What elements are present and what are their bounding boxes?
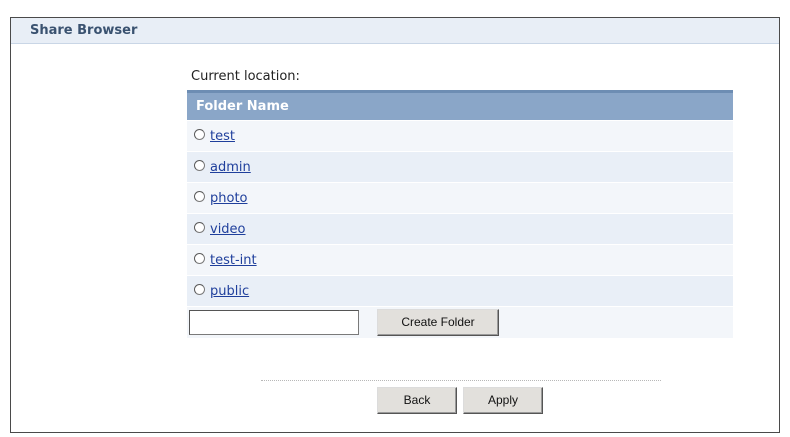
folder-radio[interactable] bbox=[194, 191, 205, 202]
folder-radio[interactable] bbox=[194, 222, 205, 233]
title-bar: Share Browser bbox=[11, 18, 779, 44]
folder-radio[interactable] bbox=[194, 284, 205, 295]
folder-row: test bbox=[187, 120, 733, 151]
current-location-label: Current location: bbox=[191, 69, 300, 84]
folder-row: photo bbox=[187, 182, 733, 213]
folder-row: public bbox=[187, 275, 733, 306]
folder-link[interactable]: test bbox=[210, 129, 235, 144]
back-button[interactable]: Back bbox=[377, 387, 457, 414]
folder-link[interactable]: public bbox=[210, 284, 249, 299]
folder-link[interactable]: photo bbox=[210, 191, 248, 206]
panel-title: Share Browser bbox=[30, 23, 138, 38]
folder-link[interactable]: admin bbox=[210, 160, 251, 175]
folder-name-column-header: Folder Name bbox=[187, 90, 733, 120]
share-browser-panel: Share Browser Current location: Folder N… bbox=[10, 17, 780, 433]
folder-radio[interactable] bbox=[194, 253, 205, 264]
folder-table: Folder Name test admin photo video test-… bbox=[187, 90, 733, 338]
folder-row: test-int bbox=[187, 244, 733, 275]
new-folder-name-input[interactable] bbox=[189, 310, 359, 335]
folder-row: admin bbox=[187, 151, 733, 182]
folder-radio[interactable] bbox=[194, 129, 205, 140]
create-folder-button[interactable]: Create Folder bbox=[377, 309, 499, 336]
footer-divider bbox=[261, 380, 661, 381]
folder-link[interactable]: test-int bbox=[210, 253, 257, 268]
apply-button[interactable]: Apply bbox=[463, 387, 543, 414]
folder-row: video bbox=[187, 213, 733, 244]
folder-link[interactable]: video bbox=[210, 222, 246, 237]
create-folder-row: Create Folder bbox=[187, 306, 733, 338]
folder-radio[interactable] bbox=[194, 160, 205, 171]
